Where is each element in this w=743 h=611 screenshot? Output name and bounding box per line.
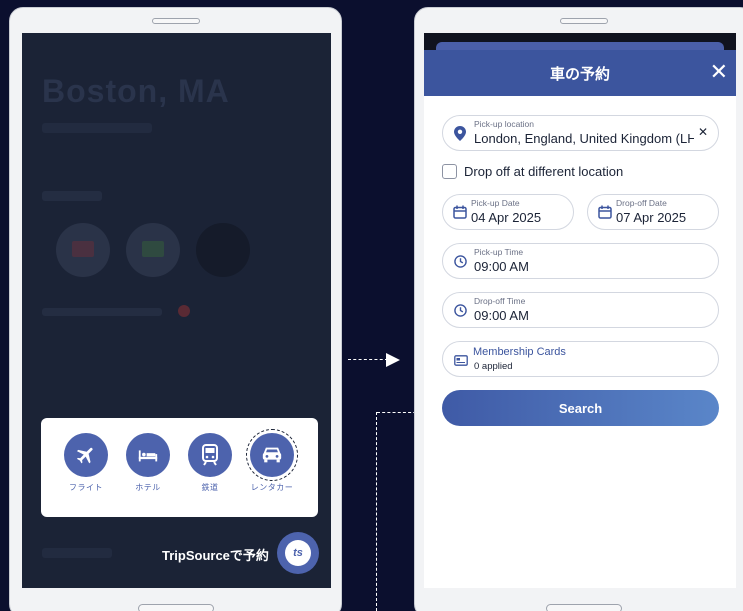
background-placeholder: [42, 548, 112, 558]
close-icon[interactable]: ✕: [710, 61, 728, 83]
membership-cards-value: 0 applied: [474, 361, 513, 372]
phone-home-button: [546, 604, 622, 611]
background-dot: [178, 305, 190, 317]
pickup-date-field[interactable]: Pick-up Date 04 Apr 2025: [442, 194, 574, 230]
dropoff-date-label: Drop-off Date: [616, 198, 667, 208]
book-car-option[interactable]: レンタカー: [244, 429, 300, 493]
background-placeholder: [42, 191, 102, 201]
dropoff-date-value: 07 Apr 2025: [616, 210, 687, 225]
phone-speaker: [560, 18, 608, 24]
car-booking-screen: 車の予約 ✕ Pick-up location London, England,…: [424, 33, 736, 588]
search-connector-line: [376, 412, 377, 611]
flow-arrow-line: [348, 359, 388, 360]
membership-card-icon: [454, 353, 468, 371]
pickup-date-label: Pick-up Date: [471, 198, 520, 208]
flight-label: フライト: [69, 483, 103, 492]
modal-title: 車の予約: [549, 65, 610, 83]
background-city-title: Boston, MA: [42, 73, 230, 109]
clock-icon: [454, 304, 467, 322]
dropoff-date-field[interactable]: Drop-off Date 07 Apr 2025: [587, 194, 719, 230]
rental-car-label: レンタカー: [250, 483, 294, 492]
pickup-time-label: Pick-up Time: [474, 247, 524, 257]
pickup-time-value: 09:00 AM: [474, 259, 529, 274]
dropoff-time-field[interactable]: Drop-off Time 09:00 AM: [442, 292, 719, 328]
tripsource-booking-label: TripSourceで予約: [162, 548, 269, 563]
book-train-option[interactable]: 鉄道: [182, 433, 238, 493]
background-placeholder: [42, 308, 162, 316]
hotel-label: ホテル: [135, 483, 161, 492]
pickup-location-value: London, England, United Kingdom (LH: [474, 131, 694, 146]
dropoff-different-label: Drop off at different location: [464, 164, 624, 179]
trip-screen-dimmed: Boston, MA フライト ホテル 鉄道 レンタカー TripSourceで…: [22, 33, 331, 588]
left-phone-frame: Boston, MA フライト ホテル 鉄道 レンタカー TripSourceで…: [9, 7, 342, 611]
location-pin-icon: [454, 126, 466, 146]
pickup-location-label: Pick-up location: [474, 119, 535, 129]
booking-options-card: フライト ホテル 鉄道 レンタカー: [41, 418, 318, 517]
pickup-time-field[interactable]: Pick-up Time 09:00 AM: [442, 243, 719, 279]
clock-icon: [454, 255, 467, 273]
book-hotel-option[interactable]: ホテル: [120, 433, 176, 493]
flow-arrow-head: [386, 353, 400, 367]
search-button[interactable]: Search: [442, 390, 719, 426]
car-icon[interactable]: [246, 429, 298, 481]
clear-location-icon[interactable]: ✕: [698, 125, 708, 139]
tripsource-fab-button[interactable]: ts: [277, 532, 319, 574]
calendar-icon: [453, 205, 467, 224]
pickup-location-field[interactable]: Pick-up location London, England, United…: [442, 115, 719, 151]
phone-home-button: [137, 604, 214, 611]
calendar-icon: [598, 205, 612, 224]
dropoff-time-label: Drop-off Time: [474, 296, 526, 306]
background-thumb: [196, 223, 250, 277]
right-phone-frame: 車の予約 ✕ Pick-up location London, England,…: [414, 7, 743, 611]
modal-header: 車の予約 ✕: [424, 50, 736, 96]
pickup-date-value: 04 Apr 2025: [471, 210, 542, 225]
membership-cards-field[interactable]: Membership Cards 0 applied: [442, 341, 719, 377]
dropoff-different-checkbox[interactable]: [442, 164, 457, 179]
dropoff-different-row[interactable]: Drop off at different location: [442, 164, 623, 179]
plane-icon[interactable]: [64, 433, 108, 477]
phone-speaker: [151, 18, 200, 24]
train-label: 鉄道: [201, 483, 219, 492]
background-thumb: [126, 223, 180, 277]
background-thumb: [56, 223, 110, 277]
book-flight-option[interactable]: フライト: [58, 433, 114, 493]
tripsource-logo: ts: [285, 540, 311, 566]
train-icon[interactable]: [188, 433, 232, 477]
membership-cards-label: Membership Cards: [473, 346, 566, 358]
dropoff-time-value: 09:00 AM: [474, 308, 529, 323]
bed-icon[interactable]: [126, 433, 170, 477]
background-placeholder: [42, 123, 152, 133]
